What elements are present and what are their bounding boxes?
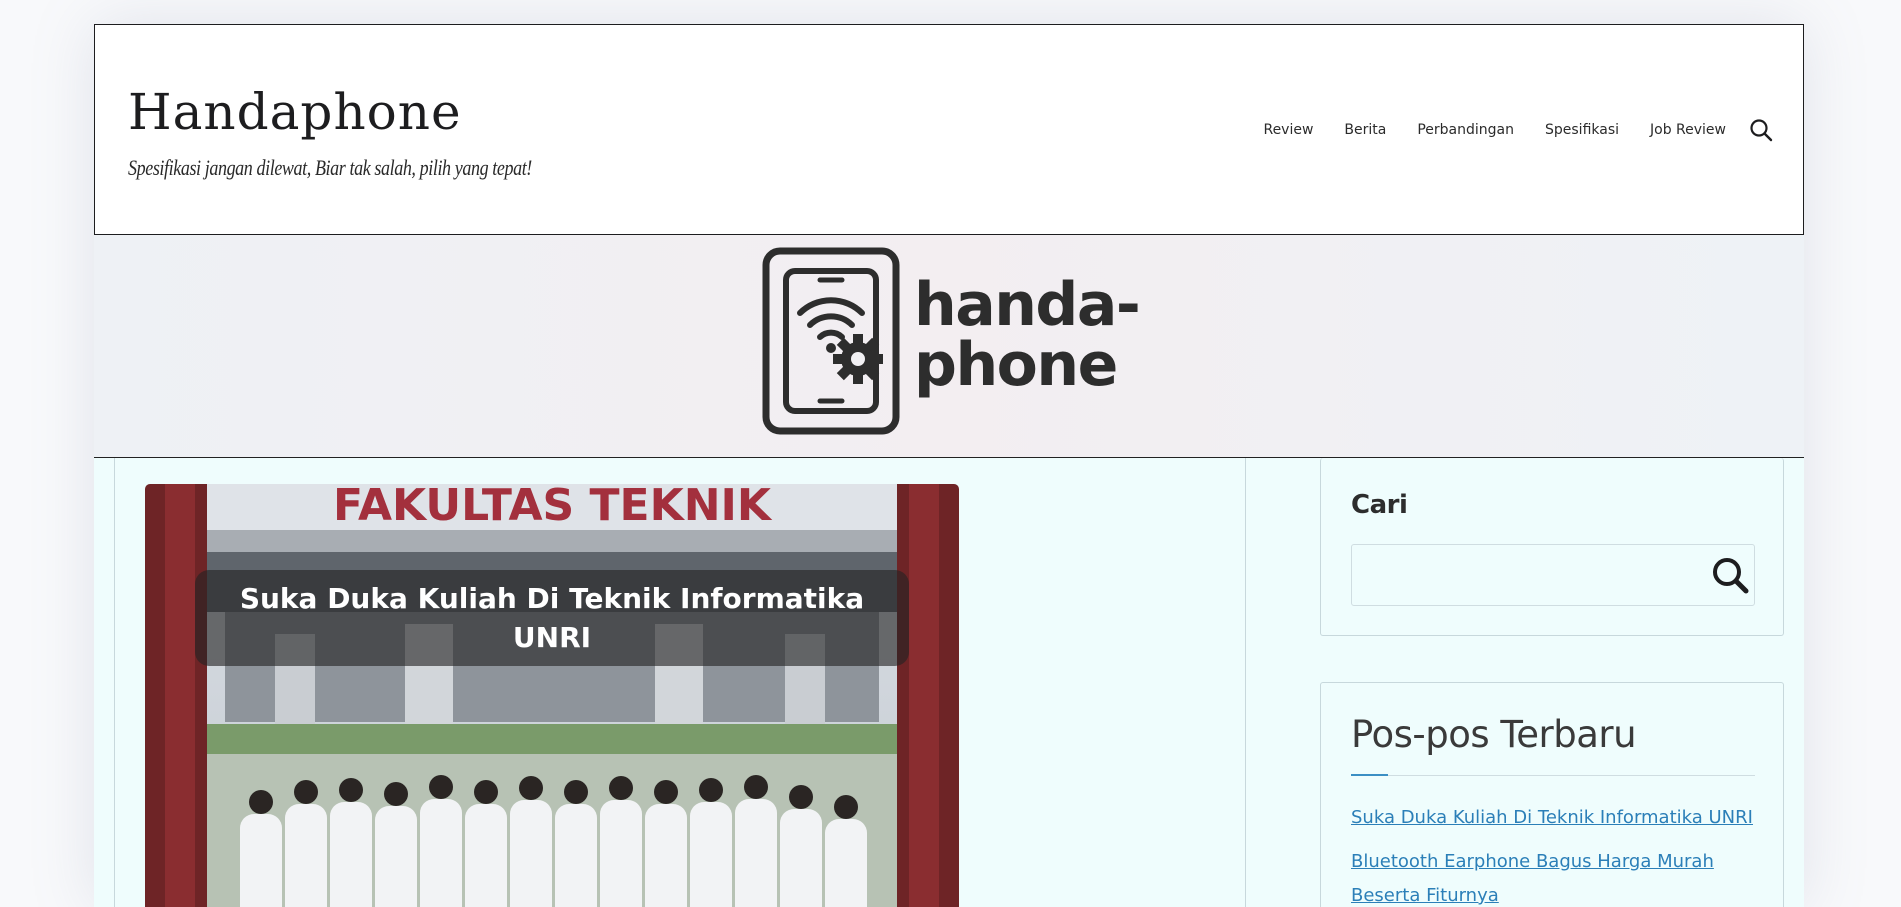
search-widget-title: Cari [1351, 490, 1408, 520]
logo-line-2: phone [914, 330, 1118, 400]
sign-text: FAKULTAS TEKNIK [333, 484, 773, 531]
header-banner: handa- phone [94, 235, 1804, 458]
nav-item-spesifikasi[interactable]: Spesifikasi [1545, 122, 1619, 138]
nav-item-job-review[interactable]: Job Review [1650, 122, 1726, 138]
logo-line-1: handa- [914, 270, 1141, 340]
recent-posts-title: Pos-pos Terbaru [1351, 713, 1637, 756]
recent-posts-widget: Pos-pos Terbaru Suka Duka Kuliah Di Tekn… [1320, 682, 1784, 907]
nav-item-review[interactable]: Review [1263, 122, 1313, 138]
search-icon[interactable] [1749, 118, 1773, 142]
list-item: Suka Duka Kuliah Di Teknik Informatika U… [1351, 801, 1761, 835]
content-area: FAKULTAS TEKNIK Suka Duka Kuliah Di Tekn… [94, 458, 1804, 907]
site-tagline: Spesifikasi jangan dilewat, Biar tak sal… [128, 155, 532, 180]
featured-post-image[interactable]: FAKULTAS TEKNIK Suka Duka Kuliah Di Tekn… [145, 484, 959, 907]
page-frame: Handaphone Spesifikasi jangan dilewat, B… [94, 24, 1804, 907]
handaphone-logo[interactable]: handa- phone [762, 247, 1141, 435]
search-icon[interactable] [1708, 553, 1752, 597]
search-input[interactable] [1362, 545, 1696, 605]
recent-post-link[interactable]: Bluetooth Earphone Bagus Harga Murah Bes… [1351, 851, 1714, 906]
logo-wordmark: handa- phone [914, 270, 1141, 400]
nav-item-berita[interactable]: Berita [1344, 122, 1386, 138]
site-title[interactable]: Handaphone [128, 83, 462, 141]
title-divider-accent [1351, 774, 1388, 776]
nav-item-perbandingan[interactable]: Perbandingan [1417, 122, 1514, 138]
search-field [1351, 544, 1755, 606]
main-column: FAKULTAS TEKNIK Suka Duka Kuliah Di Tekn… [114, 458, 1246, 907]
title-divider [1351, 775, 1755, 776]
search-widget: Cari [1320, 458, 1784, 636]
smartphone-wifi-gear-icon [762, 247, 900, 435]
primary-nav: Review Berita Perbandingan Spesifikasi J… [1263, 118, 1773, 142]
recent-post-link[interactable]: Suka Duka Kuliah Di Teknik Informatika U… [1351, 807, 1753, 828]
list-item: Bluetooth Earphone Bagus Harga Murah Bes… [1351, 845, 1761, 907]
campus-group-photo: FAKULTAS TEKNIK [145, 484, 959, 907]
featured-post-title[interactable]: Suka Duka Kuliah Di Teknik Informatika U… [195, 570, 909, 666]
site-header: Handaphone Spesifikasi jangan dilewat, B… [94, 24, 1804, 235]
recent-posts-list: Suka Duka Kuliah Di Teknik Informatika U… [1351, 801, 1761, 907]
